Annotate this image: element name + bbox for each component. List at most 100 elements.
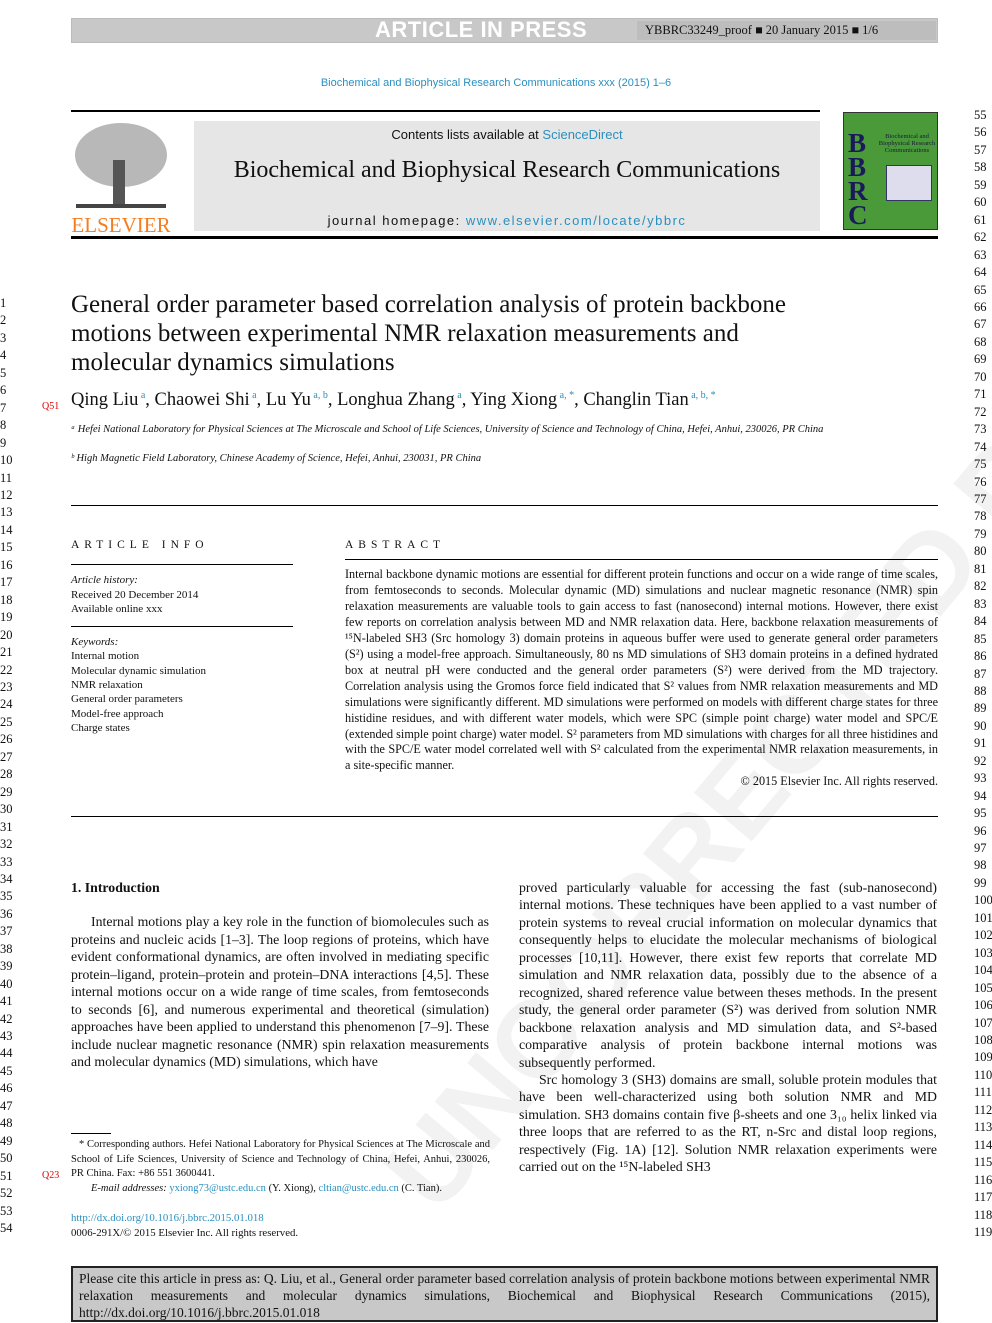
corresponding-note: * Corresponding authors. Hefei National …	[71, 1139, 490, 1179]
divider	[71, 626, 293, 628]
homepage-link[interactable]: www.elsevier.com/locate/ybbrc	[466, 213, 687, 228]
line-number: 82	[974, 579, 987, 594]
email-owner: (C. Tian).	[398, 1182, 442, 1194]
journal-cover: BBRC Biochemical and Biophysical Researc…	[843, 112, 938, 230]
line-number: 15	[0, 540, 13, 555]
author-affiliation-mark[interactable]: a, *	[557, 390, 574, 401]
line-number: 13	[0, 505, 13, 520]
author: Ying Xiong	[470, 390, 558, 411]
line-number: 113	[974, 1120, 992, 1135]
line-number: 92	[974, 753, 987, 768]
line-number: 46	[0, 1081, 13, 1096]
footnote-divider	[71, 1133, 111, 1134]
divider	[71, 816, 938, 817]
available-date: Available online xxx	[71, 602, 163, 615]
line-number: 23	[0, 679, 13, 694]
line-number: 84	[974, 614, 987, 629]
line-number: 18	[0, 592, 13, 607]
line-number: 42	[0, 1011, 13, 1026]
line-number: 98	[974, 858, 987, 873]
proof-info: YBBRC33249_proof ■ 20 January 2015 ■ 1/6	[637, 21, 936, 40]
line-number: 43	[0, 1029, 13, 1044]
line-number: 7	[0, 400, 7, 415]
line-number: 11	[0, 470, 13, 485]
line-number: 80	[974, 544, 987, 559]
sciencedirect-link[interactable]: ScienceDirect	[542, 127, 622, 142]
line-number: 93	[974, 771, 987, 786]
line-number: 85	[974, 631, 987, 646]
author-affiliation-mark[interactable]: a, b	[311, 390, 327, 401]
intro-right-column: proved particularly valuable for accessi…	[519, 879, 937, 1176]
line-number: 112	[974, 1102, 992, 1117]
line-number: 73	[974, 422, 987, 437]
divider	[71, 505, 938, 506]
abstract-heading: ABSTRACT	[345, 539, 446, 551]
journal-title: Biochemical and Biophysical Research Com…	[233, 157, 781, 183]
issn: 0006-291X/© 2015 Elsevier Inc. All right…	[71, 1227, 299, 1239]
line-number: 94	[974, 788, 987, 803]
line-number: 86	[974, 649, 987, 664]
line-number: 77	[974, 491, 987, 506]
author: Longhua Zhang	[337, 390, 455, 411]
line-number: 104	[974, 963, 992, 978]
author: Changlin Tian	[583, 390, 689, 411]
email-link[interactable]: cltian@ustc.edu.cn	[319, 1183, 399, 1194]
author: Lu Yu	[265, 390, 311, 411]
line-number: 78	[974, 509, 987, 524]
line-number: 6	[0, 383, 7, 398]
article-info-heading: ARTICLE INFO	[71, 539, 209, 551]
line-number: 81	[974, 561, 987, 576]
cover-letters: BBRC	[848, 128, 868, 230]
author: Qing Liu	[71, 390, 139, 411]
line-number: 57	[974, 142, 987, 157]
line-number: 25	[0, 714, 13, 729]
author-affiliation-mark[interactable]: a	[455, 390, 461, 401]
email-link[interactable]: yxiong73@ustc.edu.cn	[169, 1183, 266, 1194]
line-number: 27	[0, 749, 13, 764]
journal-reference[interactable]: Biochemical and Biophysical Research Com…	[0, 77, 992, 89]
line-number: 75	[974, 457, 987, 472]
line-number: 106	[974, 998, 992, 1013]
line-number: 40	[0, 976, 13, 991]
line-number: 61	[974, 212, 987, 227]
received-date: Received 20 December 2014	[71, 588, 199, 601]
line-number: 53	[0, 1203, 13, 1218]
line-number: 17	[0, 575, 13, 590]
affiliation-b: ᵇ High Magnetic Field Laboratory, Chines…	[71, 453, 482, 464]
author-affiliation-mark[interactable]: a, b, *	[689, 390, 715, 401]
email-label: E-mail addresses:	[91, 1182, 170, 1194]
line-number: 64	[974, 265, 987, 280]
doi-link[interactable]: http://dx.doi.org/10.1016/j.bbrc.2015.01…	[71, 1211, 298, 1226]
paragraph: proved particularly valuable for accessi…	[519, 880, 937, 1070]
line-number: 55	[974, 108, 987, 122]
paragraph: Internal motions play a key role in the …	[71, 914, 489, 1070]
line-number: 117	[974, 1190, 992, 1205]
keyword-list: Internal motion Molecular dynamic simulat…	[71, 649, 293, 735]
line-number: 87	[974, 666, 987, 681]
cover-title: Biochemical and Biophysical Research Com…	[878, 133, 936, 154]
homepage-prefix: journal homepage:	[327, 213, 466, 228]
line-number: 107	[974, 1015, 992, 1030]
line-number: 21	[0, 645, 13, 660]
line-number: 111	[974, 1085, 992, 1100]
line-number: 108	[974, 1033, 992, 1048]
line-number: 4	[0, 348, 7, 363]
author: Chaowei Shi	[154, 390, 250, 411]
line-number: 2	[0, 313, 7, 328]
keywords-label: Keywords:	[71, 636, 119, 649]
line-number: 58	[974, 160, 987, 175]
line-number: 54	[0, 1221, 13, 1236]
line-number: 31	[0, 819, 13, 834]
article-title: General order parameter based correlatio…	[71, 291, 786, 376]
keyword: General order parameters	[71, 693, 183, 706]
line-number: 65	[974, 282, 987, 297]
line-number: 105	[974, 980, 992, 995]
line-number: 59	[974, 177, 987, 192]
author-affiliation-mark[interactable]: a	[138, 390, 145, 401]
line-number: 32	[0, 837, 13, 852]
line-numbers-right: 55 56 57 58 59 60 61 62 63 64 65 66 67 68 69 70 71 72 73 74…	[974, 107, 992, 1241]
line-number: 72	[974, 404, 987, 419]
line-number: 71	[974, 387, 987, 402]
line-number: 97	[974, 841, 987, 856]
author-affiliation-mark[interactable]: a	[250, 390, 256, 401]
